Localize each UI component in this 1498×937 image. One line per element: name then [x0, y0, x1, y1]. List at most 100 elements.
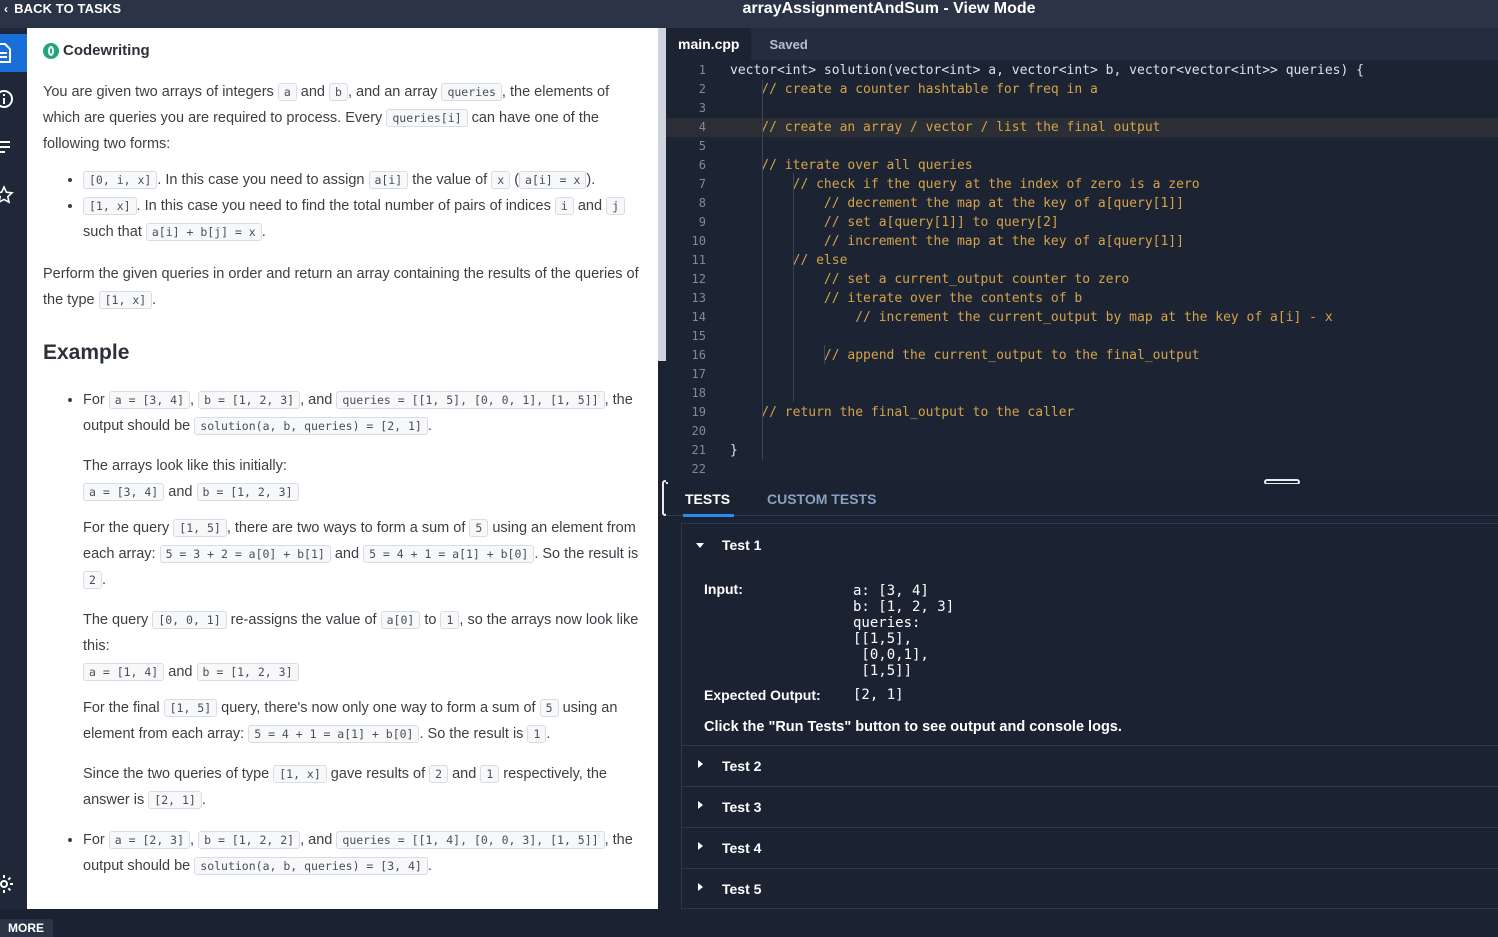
line-code: // increment the map at the key of a[que… [730, 234, 1184, 249]
line-number: 8 [698, 196, 706, 210]
code-line[interactable]: 16 // append the current_output to the f… [666, 346, 1498, 365]
gear-icon[interactable] [0, 865, 27, 903]
line-number: 5 [698, 139, 706, 153]
code-line[interactable]: 7 // check if the query at the index of … [666, 175, 1498, 194]
chevron-down-icon[interactable] [696, 543, 704, 548]
top-bar: ‹ BACK TO TASKS arrayAssignmentAndSum - V… [0, 0, 1498, 28]
code-snippet: x [491, 171, 511, 189]
star-icon[interactable] [0, 176, 27, 214]
text: . So the result is [534, 546, 639, 562]
example-explanation: For the query [1, 5], there are two ways… [83, 515, 642, 593]
list-icon[interactable] [0, 128, 27, 166]
code-line[interactable]: 3 [666, 99, 1498, 118]
text: query, there's now only one way to form … [217, 700, 540, 716]
example-explanation: The query [0, 0, 1] re-assigns the value… [83, 607, 642, 685]
code-line[interactable]: 15 [666, 327, 1498, 346]
code-line[interactable]: 10 // increment the map at the key of a[… [666, 232, 1498, 251]
code-snippet: i [554, 197, 574, 215]
code-snippet: a = [1, 4] [83, 663, 165, 681]
test-case-4[interactable]: Test 4 [682, 827, 1498, 867]
tests-panel: TESTS CUSTOM TESTS Test 1 Input: a: [3, … [666, 484, 1498, 909]
test-1-label[interactable]: Test 1 [722, 537, 761, 553]
code-line[interactable]: 11 // else [666, 251, 1498, 270]
problem-scrollbar[interactable] [658, 28, 666, 361]
line-code: // return the final_output to the caller [730, 405, 1075, 420]
code-line[interactable]: 18 [666, 384, 1498, 403]
line-code: // set a current_output counter to zero [730, 272, 1130, 287]
code-line[interactable]: 9 // set a[query[1]] to query[2] [666, 213, 1498, 232]
indent-guide [793, 288, 794, 402]
code-line[interactable]: 13 // iterate over the contents of b [666, 289, 1498, 308]
test-case-2[interactable]: Test 2 [682, 745, 1498, 785]
problem-description-panel: Codewriting You are given two arrays of … [27, 28, 658, 909]
chevron-right-icon [698, 842, 703, 850]
code-line[interactable]: 20 [666, 422, 1498, 441]
code-snippet: 5 [539, 699, 559, 717]
code-line[interactable]: 8 // decrement the map at the key of a[q… [666, 194, 1498, 213]
perform-paragraph: Perform the given queries in order and r… [43, 261, 642, 313]
line-number: 15 [691, 329, 706, 343]
saved-status: Saved [769, 36, 808, 52]
code-snippet: queries [441, 83, 502, 101]
line-number: 18 [691, 386, 706, 400]
test-label: Test 3 [722, 799, 762, 815]
code-line[interactable]: 6 // iterate over all queries [666, 156, 1498, 175]
vertical-splitter[interactable] [658, 28, 668, 909]
code-line[interactable]: 22 [666, 460, 1498, 479]
code-snippet: [1, 5] [173, 519, 227, 537]
code-line[interactable]: 12 // set a current_output counter to ze… [666, 270, 1498, 289]
test-case-5[interactable]: Test 5 [682, 868, 1498, 908]
example-statement: For a = [3, 4], b = [1, 2, 3], and queri… [83, 387, 642, 439]
test-label: Test 4 [722, 840, 762, 856]
text: . So the result is [419, 726, 528, 742]
test-case-3[interactable]: Test 3 [682, 786, 1498, 826]
code-snippet: queries = [[1, 4], [0, 0, 3], [1, 5]] [336, 831, 605, 849]
code-line[interactable]: 2 // create a counter hashtable for freq… [666, 80, 1498, 99]
more-button[interactable]: MORE [0, 919, 53, 937]
code-snippet: a = [3, 4] [83, 483, 165, 501]
line-number: 1 [698, 63, 706, 77]
code-snippet: [2, 1] [148, 791, 202, 809]
expected-output-value: [2, 1] [853, 687, 904, 703]
expected-output-label: Expected Output: [704, 687, 821, 703]
example-statement: For a = [2, 3], b = [1, 2, 2], and queri… [83, 827, 642, 879]
info-icon[interactable] [0, 80, 27, 118]
tab-tests[interactable]: TESTS [682, 491, 735, 517]
line-number: 12 [691, 272, 706, 286]
line-number: 21 [691, 443, 706, 457]
text: . In this case you need to find the tota… [136, 198, 555, 214]
tab-custom-tests[interactable]: CUSTOM TESTS [767, 491, 876, 507]
test-label: Test 5 [722, 881, 762, 897]
indent-guide [824, 345, 825, 364]
code-snippet: b = [1, 2, 2] [198, 831, 301, 849]
code-line[interactable]: 5 [666, 137, 1498, 156]
text: and [573, 198, 607, 214]
line-number: 7 [698, 177, 706, 191]
text: . In this case you need to assign [157, 172, 369, 188]
text: . [152, 292, 157, 308]
text: . [427, 418, 432, 434]
code-line[interactable]: 14 // increment the current_output by ma… [666, 308, 1498, 327]
text: For [83, 832, 109, 848]
text: and [330, 546, 364, 562]
code-line[interactable]: 17 [666, 365, 1498, 384]
code-line[interactable]: 4 // create an array / vector / list the… [666, 118, 1498, 137]
text: and [164, 664, 197, 680]
line-number: 14 [691, 310, 706, 324]
code-area[interactable]: 1 vector<int> solution(vector<int> a, vec… [666, 60, 1498, 482]
bottom-bar: MORE [0, 909, 1498, 937]
code-snippet: b = [1, 2, 3] [196, 483, 299, 501]
code-snippet: b = [1, 2, 3] [198, 391, 301, 409]
code-line[interactable]: 1 vector<int> solution(vector<int> a, vec… [666, 61, 1498, 80]
code-snippet: a[0] [380, 611, 421, 629]
line-number: 4 [698, 120, 706, 134]
document-icon[interactable] [0, 34, 27, 72]
code-line[interactable]: 19 // return the final_output to the cal… [666, 403, 1498, 422]
code-line[interactable]: 21} [666, 441, 1498, 460]
code-snippet: 1 [527, 725, 547, 743]
text: For the final [83, 700, 164, 716]
line-code: } [730, 443, 738, 458]
text: , there are two ways to form a sum of [226, 520, 470, 536]
file-tab-main-cpp[interactable]: main.cpp [666, 28, 752, 60]
text: the value of [408, 172, 492, 188]
